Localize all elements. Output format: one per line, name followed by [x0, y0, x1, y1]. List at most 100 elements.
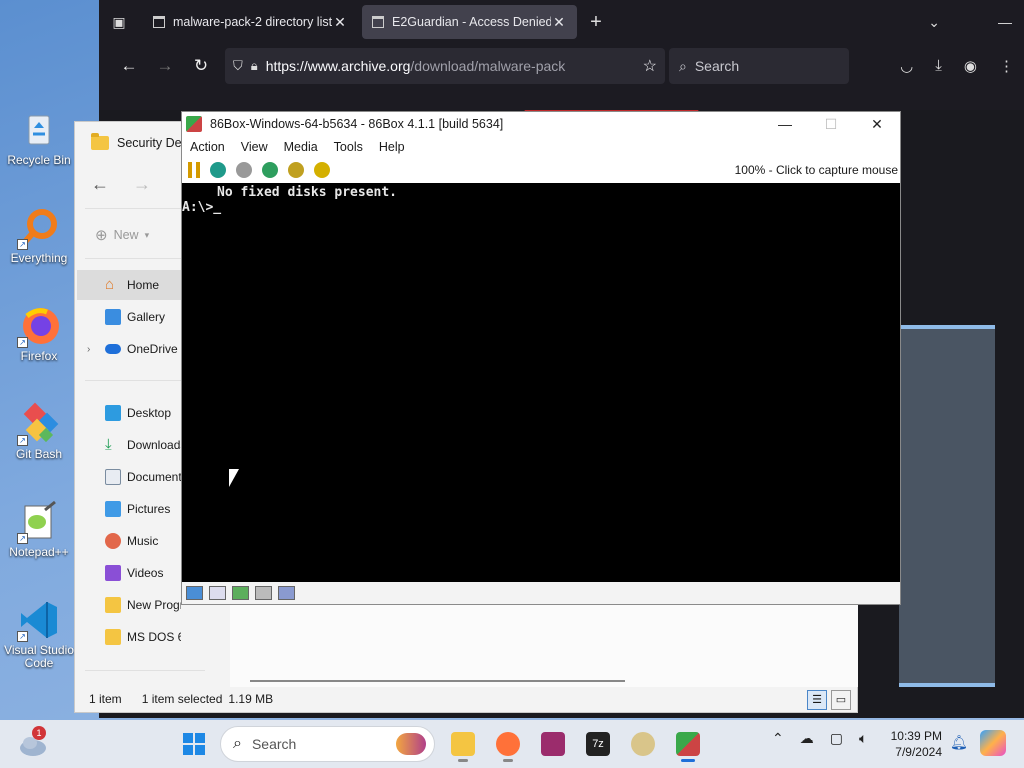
- forward-icon[interactable]: →: [147, 50, 183, 82]
- chevron-right-icon[interactable]: ›: [87, 344, 90, 355]
- toolbar: 100% - Click to capture mouse: [182, 158, 900, 182]
- disc-burner-taskbar-icon[interactable]: [628, 726, 658, 762]
- power-icon[interactable]: [236, 162, 252, 178]
- desktop-icon-notepad-plus-plus[interactable]: ↗ Notepad++: [0, 496, 78, 586]
- winrar-taskbar-icon[interactable]: [538, 726, 568, 762]
- downloads-icon[interactable]: ⤓: [935, 57, 942, 75]
- sidebar-item-gallery[interactable]: Gallery: [77, 302, 181, 332]
- reset-icon[interactable]: [210, 162, 226, 178]
- pause-icon[interactable]: [188, 162, 200, 178]
- dos-output-line: No fixed disks present.: [217, 185, 398, 200]
- ctrl-alt-del-icon[interactable]: [262, 162, 278, 178]
- onedrive-off-icon[interactable]: ☁: [800, 730, 814, 747]
- shortcut-arrow-icon: ↗: [17, 239, 28, 250]
- menu-bar: Action View Media Tools Help: [182, 136, 900, 158]
- url-text[interactable]: https://www.archive.org/download/malware…: [266, 58, 635, 74]
- tab-bar: ▣ malware-pack-2 directory listin ✕ E2Gu…: [99, 0, 1024, 44]
- sidebar-item-pictures[interactable]: Pictures: [77, 494, 181, 524]
- settings-icon[interactable]: [314, 162, 330, 178]
- folder-icon: [105, 629, 121, 645]
- sidebar-item-home[interactable]: ⌂ Home: [77, 270, 181, 300]
- minimize-icon[interactable]: —: [762, 116, 808, 132]
- sidebar-item-onedrive[interactable]: › OneDrive: [77, 334, 181, 364]
- documents-icon: [105, 469, 121, 485]
- 7zip-taskbar-icon[interactable]: 7z: [583, 726, 613, 762]
- display-icon[interactable]: ▢: [830, 730, 843, 747]
- menu-view[interactable]: View: [241, 140, 268, 154]
- sidebar-item-videos[interactable]: Videos: [77, 558, 181, 588]
- sidebar-item-desktop[interactable]: Desktop: [77, 398, 181, 428]
- minimize-icon[interactable]: —: [998, 14, 1012, 30]
- bookmark-star-icon[interactable]: ☆: [643, 56, 657, 76]
- desktop-icon-label: Notepad++: [9, 545, 69, 559]
- back-icon[interactable]: ←: [111, 50, 147, 82]
- explorer-tab[interactable]: Security Det: [91, 133, 185, 150]
- close-tab-icon[interactable]: ✕: [332, 14, 348, 31]
- list-all-tabs-icon[interactable]: ⌄: [928, 14, 940, 31]
- tab-overview-icon[interactable]: ▣: [99, 0, 139, 44]
- desktop-icon-git-bash[interactable]: ↗ Git Bash: [0, 398, 78, 488]
- address-bar[interactable]: ⛉ 🔒︎ https://www.archive.org/download/ma…: [225, 48, 665, 84]
- archive-org-icon: [372, 16, 384, 28]
- emulator-screen[interactable]: No fixed disks present. A:\>_: [182, 183, 900, 583]
- window-title: 86Box-Windows-64-b5634 - 86Box 4.1.1 [bu…: [210, 117, 504, 131]
- clock-date: 7/9/2024: [895, 745, 942, 759]
- pocket-icon[interactable]: ◡: [900, 57, 913, 75]
- taskbar-search[interactable]: ⌕ Search: [220, 726, 435, 762]
- tab-e2guardian[interactable]: E2Guardian - Access Denied ✕: [362, 5, 577, 39]
- menu-tools[interactable]: Tools: [334, 140, 363, 154]
- menu-media[interactable]: Media: [284, 140, 318, 154]
- details-view-icon[interactable]: ☰: [807, 690, 827, 710]
- clock[interactable]: 10:39 PM 7/9/2024: [888, 728, 942, 760]
- cdrom-icon[interactable]: [209, 586, 226, 600]
- sidebar-item-documents[interactable]: Documents: [77, 462, 181, 492]
- sound-icon[interactable]: [278, 586, 295, 600]
- desktop-icon-firefox[interactable]: ↗ Firefox: [0, 300, 78, 390]
- desktop-icon-label: Recycle Bin: [7, 153, 71, 167]
- capture-message[interactable]: 100% - Click to capture mouse: [735, 163, 900, 177]
- weather-widget[interactable]: 1: [18, 726, 48, 758]
- desktop-icon-label: Git Bash: [15, 447, 63, 461]
- close-icon[interactable]: ✕: [854, 116, 900, 133]
- tab-malware-pack[interactable]: malware-pack-2 directory listin ✕: [143, 5, 358, 39]
- start-button-icon[interactable]: [183, 733, 205, 755]
- menu-icon[interactable]: ⋮: [999, 57, 1014, 75]
- back-icon[interactable]: ←: [91, 174, 109, 195]
- firefox-taskbar-icon[interactable]: [493, 726, 523, 762]
- title-bar: 86Box-Windows-64-b5634 - 86Box 4.1.1 [bu…: [182, 112, 900, 136]
- gallery-icon: [105, 309, 121, 325]
- desktop-icon-everything[interactable]: ↗ Everything: [0, 202, 78, 292]
- chevron-up-icon[interactable]: ⌃: [772, 730, 784, 747]
- desktop-icon-vscode[interactable]: ↗ Visual Studio Code: [0, 594, 78, 684]
- shield-icon[interactable]: ⛉: [233, 58, 243, 74]
- forward-icon[interactable]: →: [133, 174, 151, 195]
- floppy-drive-icon[interactable]: [186, 586, 203, 600]
- close-tab-icon[interactable]: ✕: [551, 14, 567, 31]
- maximize-icon[interactable]: ☐: [808, 116, 854, 133]
- account-icon[interactable]: ◉: [964, 57, 977, 75]
- 86box-taskbar-icon[interactable]: [673, 726, 703, 762]
- network-icon[interactable]: [232, 586, 249, 600]
- menu-action[interactable]: Action: [190, 140, 225, 154]
- copilot-icon[interactable]: [980, 730, 1006, 756]
- search-placeholder: Search: [251, 736, 297, 752]
- sidebar-item-music[interactable]: Music: [77, 526, 181, 556]
- file-explorer-taskbar-icon[interactable]: [448, 726, 478, 762]
- horizontal-scrollbar[interactable]: [250, 680, 625, 682]
- pictures-icon: [105, 501, 121, 517]
- ctrl-alt-esc-icon[interactable]: [288, 162, 304, 178]
- desktop-icon-recycle-bin[interactable]: Recycle Bin: [0, 104, 78, 194]
- tiles-view-icon[interactable]: ▭: [831, 690, 851, 710]
- new-button[interactable]: ⊕ New ▾: [95, 226, 149, 244]
- new-tab-button[interactable]: +: [581, 11, 611, 34]
- menu-help[interactable]: Help: [379, 140, 405, 154]
- search-bar[interactable]: ⌕ Search: [669, 48, 849, 84]
- sidebar-item-ms-dos[interactable]: MS DOS 6.22: [77, 622, 181, 652]
- lock-icon[interactable]: 🔒︎: [251, 58, 258, 74]
- notification-bell-icon[interactable]: 🔔︎: [950, 734, 968, 751]
- sidebar-item-new-programs[interactable]: New Programs: [77, 590, 181, 620]
- reload-icon[interactable]: ↻: [183, 50, 219, 82]
- sidebar-item-downloads[interactable]: ⤓ Downloads: [77, 430, 181, 460]
- hard-disk-icon[interactable]: [255, 586, 272, 600]
- volume-icon[interactable]: 🔈︎: [859, 730, 867, 747]
